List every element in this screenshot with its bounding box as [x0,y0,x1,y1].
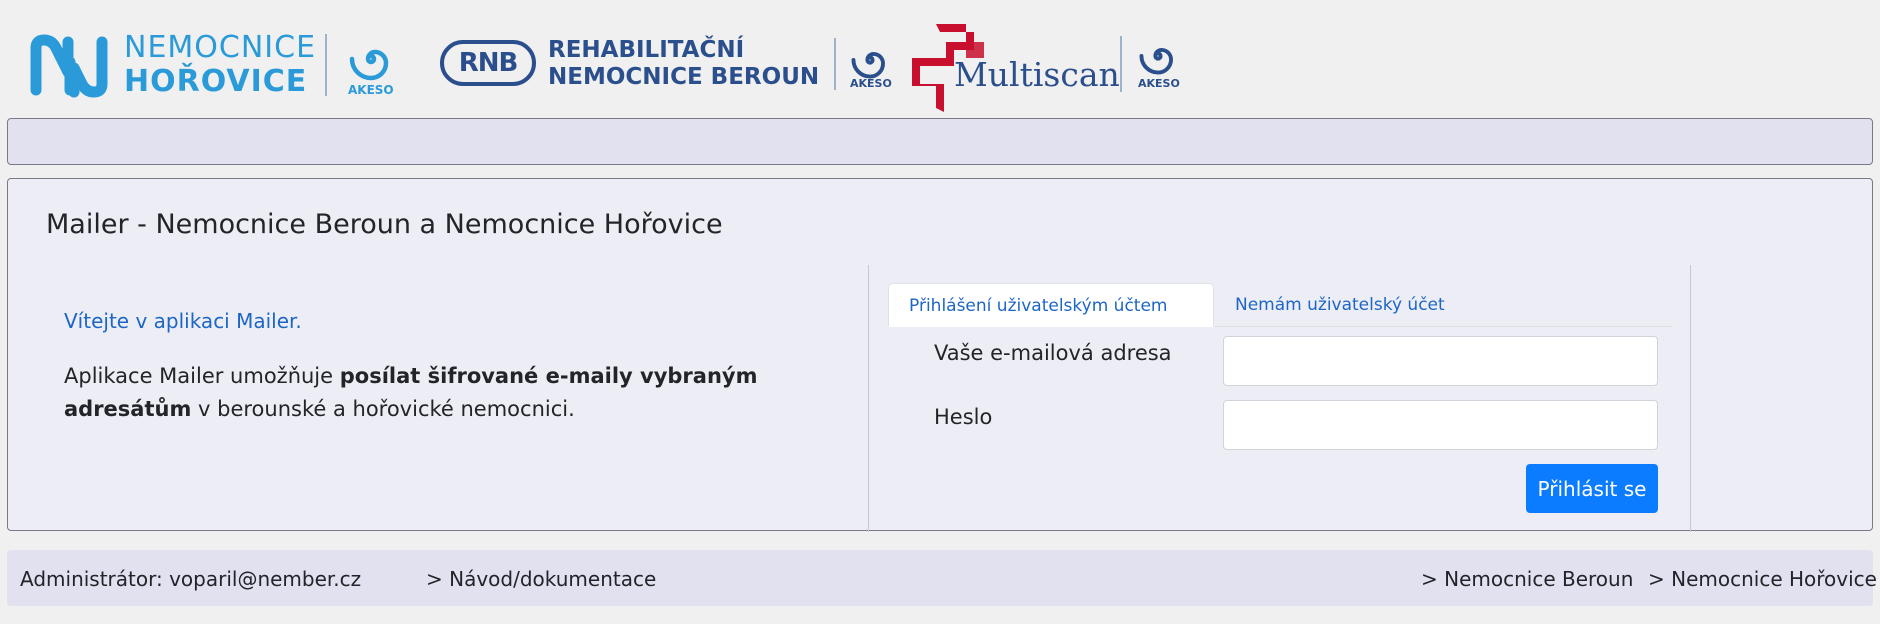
logo-rnb-akeso: AKESO [850,77,892,90]
intro-text-start: Aplikace Mailer umožňuje [64,364,340,388]
logo-multiscan-wordmark: Multiscan [954,55,1120,94]
welcome-text: Vítejte v aplikaci Mailer. [64,309,302,333]
logo-header: NEMOCNICE HOŘOVICE AKESO RNB REHABILITAČ… [0,0,1880,118]
password-field[interactable] [1223,400,1658,450]
horovice-link[interactable]: > Nemocnice Hořovice [1648,567,1877,591]
akeso-spiral-icon [349,49,389,81]
docs-link[interactable]: > Návod/dokumentace [426,567,656,591]
email-label: Vaše e-mailová adresa [934,341,1172,365]
column-divider [868,265,869,532]
tab-no-user-account[interactable]: Nemám uživatelský účet [1215,283,1465,327]
page-title: Mailer - Nemocnice Beroun a Nemocnice Ho… [46,209,723,240]
akeso-spiral-icon [1139,47,1174,75]
logo-divider [834,38,836,90]
logo-nh-line1: NEMOCNICE [124,30,317,65]
rnb-monogram: RNB [440,40,536,86]
rnb-monogram-text: RNB [458,48,519,78]
password-label: Heslo [934,405,993,429]
logo-rnb-line1: REHABILITAČNÍ [548,37,745,63]
tab-user-account-login[interactable]: Přihlášení uživatelským účtem [888,283,1214,327]
logo-divider [325,34,327,96]
logo-rnb-line2: NEMOCNICE BEROUN [548,64,820,90]
main-card: Mailer - Nemocnice Beroun a Nemocnice Ho… [7,178,1873,532]
nh-monogram-icon [30,34,108,98]
top-navbar [7,118,1873,165]
logo-nh-line2: HOŘOVICE [124,64,308,99]
logo-multiscan[interactable]: Multiscan AKESO [910,22,1190,112]
column-divider [1690,265,1691,532]
footer: Administrátor: voparil@nember.cz > Návod… [7,550,1877,606]
login-button[interactable]: Přihlásit se [1526,464,1658,513]
intro-text: Aplikace Mailer umožňuje posílat šifrova… [64,360,844,426]
admin-contact[interactable]: Administrátor: voparil@nember.cz [20,567,361,591]
logo-divider [1120,36,1122,92]
welcome-column: Vítejte v aplikaci Mailer. Aplikace Mail… [64,309,844,426]
logo-nemocnice-horovice[interactable]: NEMOCNICE HOŘOVICE AKESO [30,30,400,100]
login-tabs: Přihlášení uživatelským účtem Nemám uživ… [888,283,1673,327]
logo-multiscan-akeso: AKESO [1138,77,1180,90]
logo-nh-akeso: AKESO [348,83,394,97]
akeso-spiral-icon [851,51,886,79]
logo-rnb[interactable]: RNB REHABILITAČNÍ NEMOCNICE BEROUN AKESO [440,30,900,100]
email-field[interactable] [1223,336,1658,386]
beroun-link[interactable]: > Nemocnice Beroun [1421,567,1633,591]
intro-text-end: v berounské a hořovické nemocnici. [191,397,575,421]
